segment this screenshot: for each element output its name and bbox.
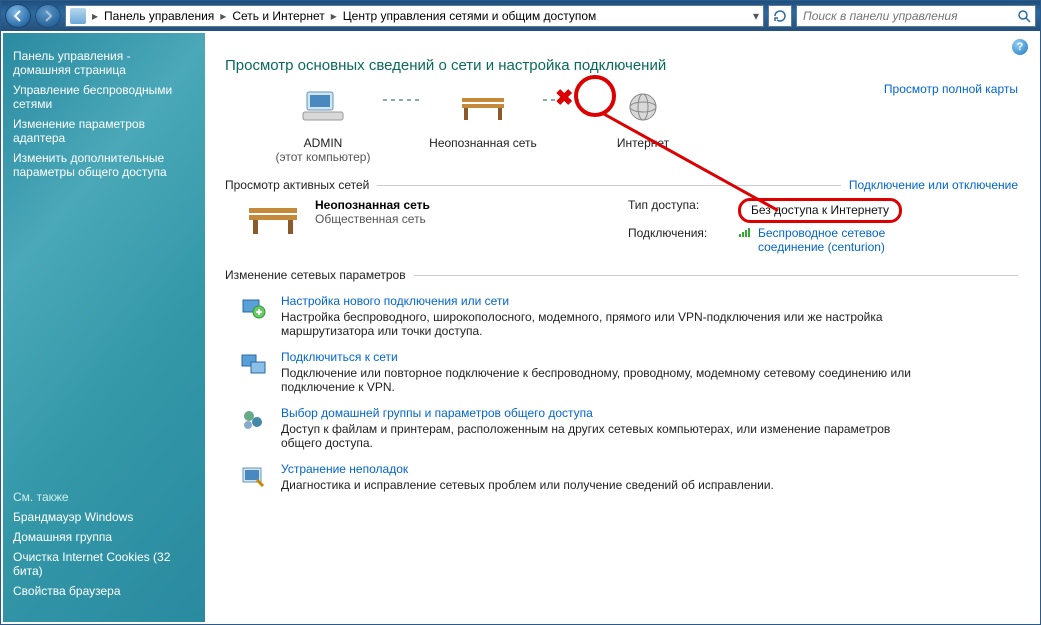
- settings-header: Изменение сетевых параметров: [225, 268, 406, 282]
- setup-connection-desc: Настройка беспроводного, широкополосного…: [281, 310, 921, 338]
- sidebar-link-sharing[interactable]: Изменить дополнительные параметры общего…: [13, 151, 195, 179]
- connection-line-icon: [383, 99, 423, 101]
- network-name[interactable]: Неопознанная сеть: [315, 198, 430, 212]
- nav-back-button[interactable]: [5, 4, 31, 28]
- bench-icon: [245, 198, 301, 238]
- troubleshoot-icon: [239, 462, 267, 490]
- main-pane: ? Просмотр основных сведений о сети и на…: [205, 33, 1038, 622]
- sidebar-link-homegroup[interactable]: Домашняя группа: [13, 530, 195, 544]
- sidebar-link-wireless[interactable]: Управление беспроводными сетями: [13, 83, 195, 111]
- chevron-right-icon: ▸: [92, 9, 98, 23]
- connection-name: Беспроводное сетевое соединение (centuri…: [758, 226, 938, 254]
- access-type-value: Без доступа к Интернету: [738, 198, 902, 223]
- x-mark-icon: ✖: [555, 85, 573, 111]
- access-type-label: Тип доступа:: [628, 198, 738, 223]
- refresh-button[interactable]: [768, 5, 792, 27]
- setup-connection-link[interactable]: Настройка нового подключения или сети: [281, 294, 921, 308]
- connection-link[interactable]: Беспроводное сетевое соединение (centuri…: [738, 226, 998, 254]
- new-connection-icon: [239, 294, 267, 322]
- signal-bars-icon: [738, 226, 752, 238]
- sidebar-link-browser[interactable]: Свойства браузера: [13, 584, 195, 598]
- sidebar-link-firewall[interactable]: Брандмауэр Windows: [13, 510, 195, 524]
- control-panel-icon: [70, 8, 86, 24]
- globe-icon: [619, 91, 667, 123]
- connect-to-network-desc: Подключение или повторное подключение к …: [281, 366, 921, 394]
- connection-line-icon: ✖: [543, 99, 583, 101]
- search-icon[interactable]: [1017, 9, 1031, 23]
- connect-disconnect-link[interactable]: Подключение или отключение: [849, 178, 1018, 192]
- divider: [414, 275, 1018, 276]
- nav-forward-button[interactable]: [35, 4, 61, 28]
- address-bar[interactable]: ▸ Панель управления ▸ Сеть и Интернет ▸ …: [65, 5, 764, 27]
- homegroup-link[interactable]: Выбор домашней группы и параметров общег…: [281, 406, 921, 420]
- bench-icon: [455, 87, 511, 127]
- sidebar-home-label-1: Панель управления -: [13, 49, 131, 63]
- troubleshoot-desc: Диагностика и исправление сетевых пробле…: [281, 478, 774, 492]
- map-node-2-label: Неопознанная сеть: [423, 136, 543, 164]
- map-node-1-sub: (этот компьютер): [263, 150, 383, 164]
- sidebar-link-adapter[interactable]: Изменение параметров адаптера: [13, 117, 195, 145]
- troubleshoot-link[interactable]: Устранение неполадок: [281, 462, 774, 476]
- homegroup-desc: Доступ к файлам и принтерам, расположенн…: [281, 422, 921, 450]
- homegroup-icon: [239, 406, 267, 434]
- chevron-right-icon: ▸: [220, 9, 226, 23]
- divider: [377, 185, 841, 186]
- network-type[interactable]: Общественная сеть: [315, 212, 430, 226]
- map-node-3-label: Интернет: [583, 136, 703, 164]
- chevron-right-icon: ▸: [331, 9, 337, 23]
- connections-label: Подключения:: [628, 226, 738, 254]
- sidebar-home-link[interactable]: Панель управления - домашняя страница: [13, 49, 195, 77]
- sidebar-link-cookies[interactable]: Очистка Internet Cookies (32 бита): [13, 550, 195, 578]
- network-map: ✖: [263, 82, 1018, 132]
- map-node-1-label: ADMIN: [263, 136, 383, 150]
- chevron-down-icon[interactable]: ▾: [753, 9, 759, 23]
- connect-to-network-link[interactable]: Подключиться к сети: [281, 350, 921, 364]
- sidebar-home-label-2: домашняя страница: [13, 63, 126, 77]
- help-icon[interactable]: ?: [1012, 39, 1028, 55]
- search-box[interactable]: [796, 5, 1036, 27]
- nav-bar: ▸ Панель управления ▸ Сеть и Интернет ▸ …: [1, 1, 1040, 31]
- active-networks-header: Просмотр активных сетей: [225, 178, 369, 192]
- search-input[interactable]: [801, 8, 1001, 24]
- breadcrumb-3[interactable]: Центр управления сетями и общим доступом: [343, 9, 597, 23]
- sidebar: Панель управления - домашняя страница Уп…: [3, 33, 205, 622]
- sidebar-see-also-label: См. также: [13, 490, 195, 504]
- page-title: Просмотр основных сведений о сети и наст…: [225, 57, 1018, 74]
- breadcrumb-1[interactable]: Панель управления: [104, 9, 214, 23]
- breadcrumb-2[interactable]: Сеть и Интернет: [232, 9, 324, 23]
- connect-network-icon: [239, 350, 267, 378]
- computer-icon: [299, 91, 347, 123]
